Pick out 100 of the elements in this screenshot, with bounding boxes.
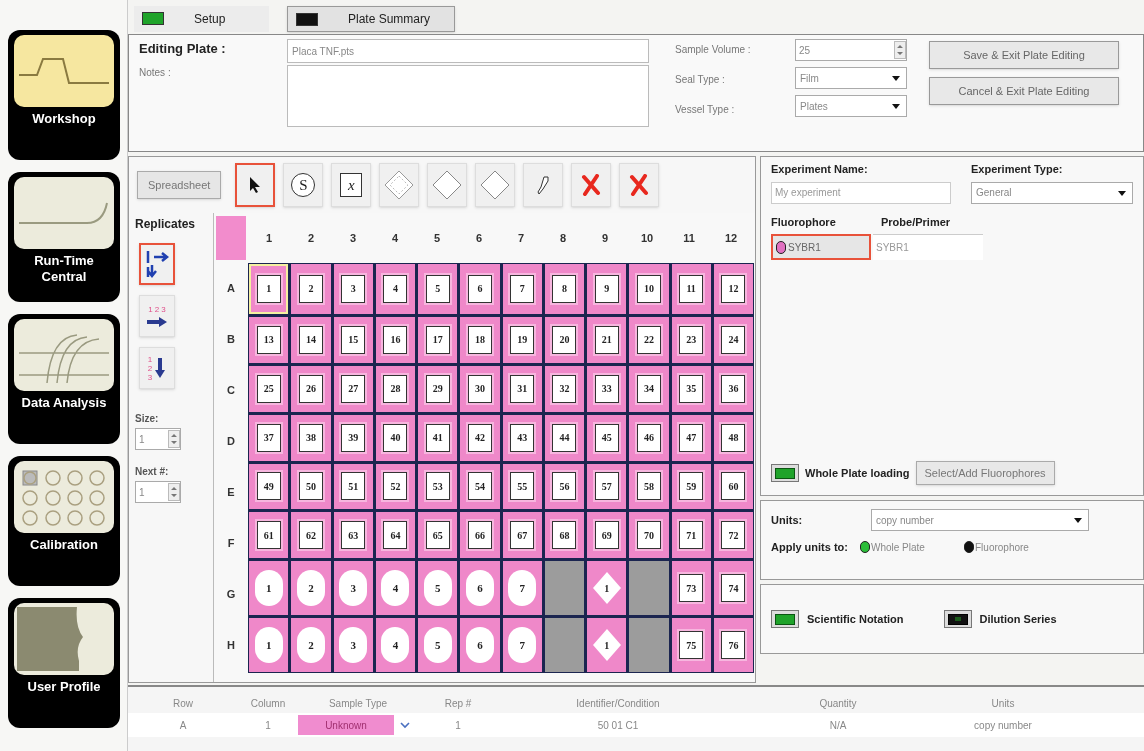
tool-button[interactable]: x — [331, 163, 372, 207]
plate-well[interactable]: 64 — [375, 512, 415, 559]
plate-well[interactable]: 16 — [375, 316, 415, 363]
plate-well[interactable]: 42 — [460, 414, 500, 461]
plate-well[interactable]: 59 — [671, 463, 711, 510]
column-header[interactable]: 11 — [668, 229, 710, 247]
plate-well[interactable]: 32 — [544, 365, 584, 412]
plate-well[interactable]: 75 — [671, 618, 711, 672]
plate-well[interactable]: 49 — [249, 463, 289, 510]
plate-well[interactable]: 62 — [291, 512, 331, 559]
plate-well[interactable]: 48 — [713, 414, 753, 461]
plate-well[interactable]: 66 — [460, 512, 500, 559]
plate-well[interactable]: 39 — [333, 414, 373, 461]
column-header[interactable]: 3 — [332, 229, 374, 247]
select-fluorophores-button[interactable]: Select/Add Fluorophores — [915, 461, 1055, 485]
column-header[interactable]: 5 — [416, 229, 458, 247]
column-header[interactable]: 12 — [710, 229, 752, 247]
plate-well[interactable]: 33 — [587, 365, 627, 412]
plate-well[interactable]: 50 — [291, 463, 331, 510]
fluorophore-cell[interactable]: SYBR1 — [771, 234, 871, 260]
plate-well[interactable]: 60 — [713, 463, 753, 510]
tool-button[interactable] — [235, 163, 276, 207]
plate-well[interactable]: 34 — [629, 365, 669, 412]
plate-well[interactable]: 22 — [629, 316, 669, 363]
row-header[interactable]: F — [214, 518, 248, 569]
column-header[interactable]: 8 — [542, 229, 584, 247]
plate-well[interactable]: 18 — [460, 316, 500, 363]
plate-well[interactable]: 5 — [418, 561, 458, 616]
plate-well[interactable]: 71 — [671, 512, 711, 559]
size-spinner[interactable]: 1 — [135, 428, 181, 450]
plate-well[interactable]: 7 — [502, 618, 542, 672]
plate-well[interactable]: 14 — [291, 316, 331, 363]
plate-well[interactable]: 61 — [249, 512, 289, 559]
plate-well[interactable]: 4 — [375, 561, 415, 616]
plate-well[interactable]: 73 — [671, 561, 711, 616]
plate-well[interactable]: 1 — [249, 618, 289, 672]
plate-well[interactable]: 74 — [713, 561, 753, 616]
plate-well[interactable]: 3 — [333, 264, 373, 314]
plate-well[interactable]: 2 — [291, 264, 331, 314]
file-name-field[interactable]: Placa TNF.pts — [287, 39, 649, 63]
plate-well[interactable]: 52 — [375, 463, 415, 510]
plate-well[interactable]: 65 — [418, 512, 458, 559]
units-dropdown[interactable]: copy number — [871, 509, 1089, 531]
plate-well[interactable]: 5 — [418, 618, 458, 672]
plate-well[interactable] — [544, 561, 584, 616]
plate-well[interactable]: 20 — [544, 316, 584, 363]
plate-well[interactable]: 55 — [502, 463, 542, 510]
seal-type-dropdown[interactable]: Film — [795, 67, 907, 89]
plate-well[interactable]: 6 — [460, 264, 500, 314]
plate-well[interactable]: 47 — [671, 414, 711, 461]
column-header[interactable]: 7 — [500, 229, 542, 247]
plate-well[interactable]: 31 — [502, 365, 542, 412]
plate-well[interactable]: 13 — [249, 316, 289, 363]
volume-spinner[interactable]: 25 — [795, 39, 907, 61]
column-header[interactable]: 4 — [374, 229, 416, 247]
action-button[interactable]: Save & Exit Plate Editing — [929, 41, 1119, 69]
plate-well[interactable]: 29 — [418, 365, 458, 412]
plate-well[interactable]: 19 — [502, 316, 542, 363]
plate-well[interactable]: 30 — [460, 365, 500, 412]
plate-well[interactable]: 43 — [502, 414, 542, 461]
plate-well[interactable]: 12 — [713, 264, 753, 314]
plate-well[interactable]: 9 — [587, 264, 627, 314]
plate-well[interactable]: 40 — [375, 414, 415, 461]
nav-tile[interactable]: Calibration — [8, 456, 120, 586]
plate-well[interactable]: 7 — [502, 264, 542, 314]
column-header[interactable]: 2 — [290, 229, 332, 247]
plate-well[interactable]: 8 — [544, 264, 584, 314]
plate-well[interactable]: 17 — [418, 316, 458, 363]
column-header[interactable]: 6 — [458, 229, 500, 247]
plate-well[interactable]: 72 — [713, 512, 753, 559]
plate-well[interactable]: 2 — [291, 618, 331, 672]
plate-well[interactable]: 70 — [629, 512, 669, 559]
plate-well[interactable]: 2 — [291, 561, 331, 616]
plate-well[interactable]: 23 — [671, 316, 711, 363]
plate-well[interactable]: 15 — [333, 316, 373, 363]
plate-well[interactable]: 37 — [249, 414, 289, 461]
plate-well[interactable]: 1 — [587, 618, 627, 672]
plate-well[interactable]: 6 — [460, 561, 500, 616]
plate-well[interactable]: 28 — [375, 365, 415, 412]
plate-well[interactable]: 51 — [333, 463, 373, 510]
plate-well[interactable]: 1 — [249, 264, 289, 314]
plate-well[interactable]: 4 — [375, 264, 415, 314]
plate-well[interactable]: 56 — [544, 463, 584, 510]
plate-well[interactable]: 41 — [418, 414, 458, 461]
experiment-type-dropdown[interactable]: General — [971, 181, 1133, 204]
plate-well[interactable]: 67 — [502, 512, 542, 559]
plate-well[interactable]: 1 — [249, 561, 289, 616]
column-header[interactable]: 1 — [248, 229, 290, 247]
plate-well[interactable]: 21 — [587, 316, 627, 363]
tab[interactable]: Plate Summary — [287, 6, 455, 32]
tool-button[interactable]: S — [283, 163, 324, 207]
plate-well[interactable]: 6 — [460, 618, 500, 672]
row-header[interactable]: A — [214, 263, 248, 314]
row-header[interactable]: H — [214, 620, 248, 671]
row-header[interactable]: B — [214, 314, 248, 365]
row-header[interactable]: C — [214, 365, 248, 416]
plate-well[interactable]: 68 — [544, 512, 584, 559]
plate-well[interactable]: 26 — [291, 365, 331, 412]
plate-well[interactable] — [544, 618, 584, 672]
row-header[interactable]: G — [214, 569, 248, 620]
